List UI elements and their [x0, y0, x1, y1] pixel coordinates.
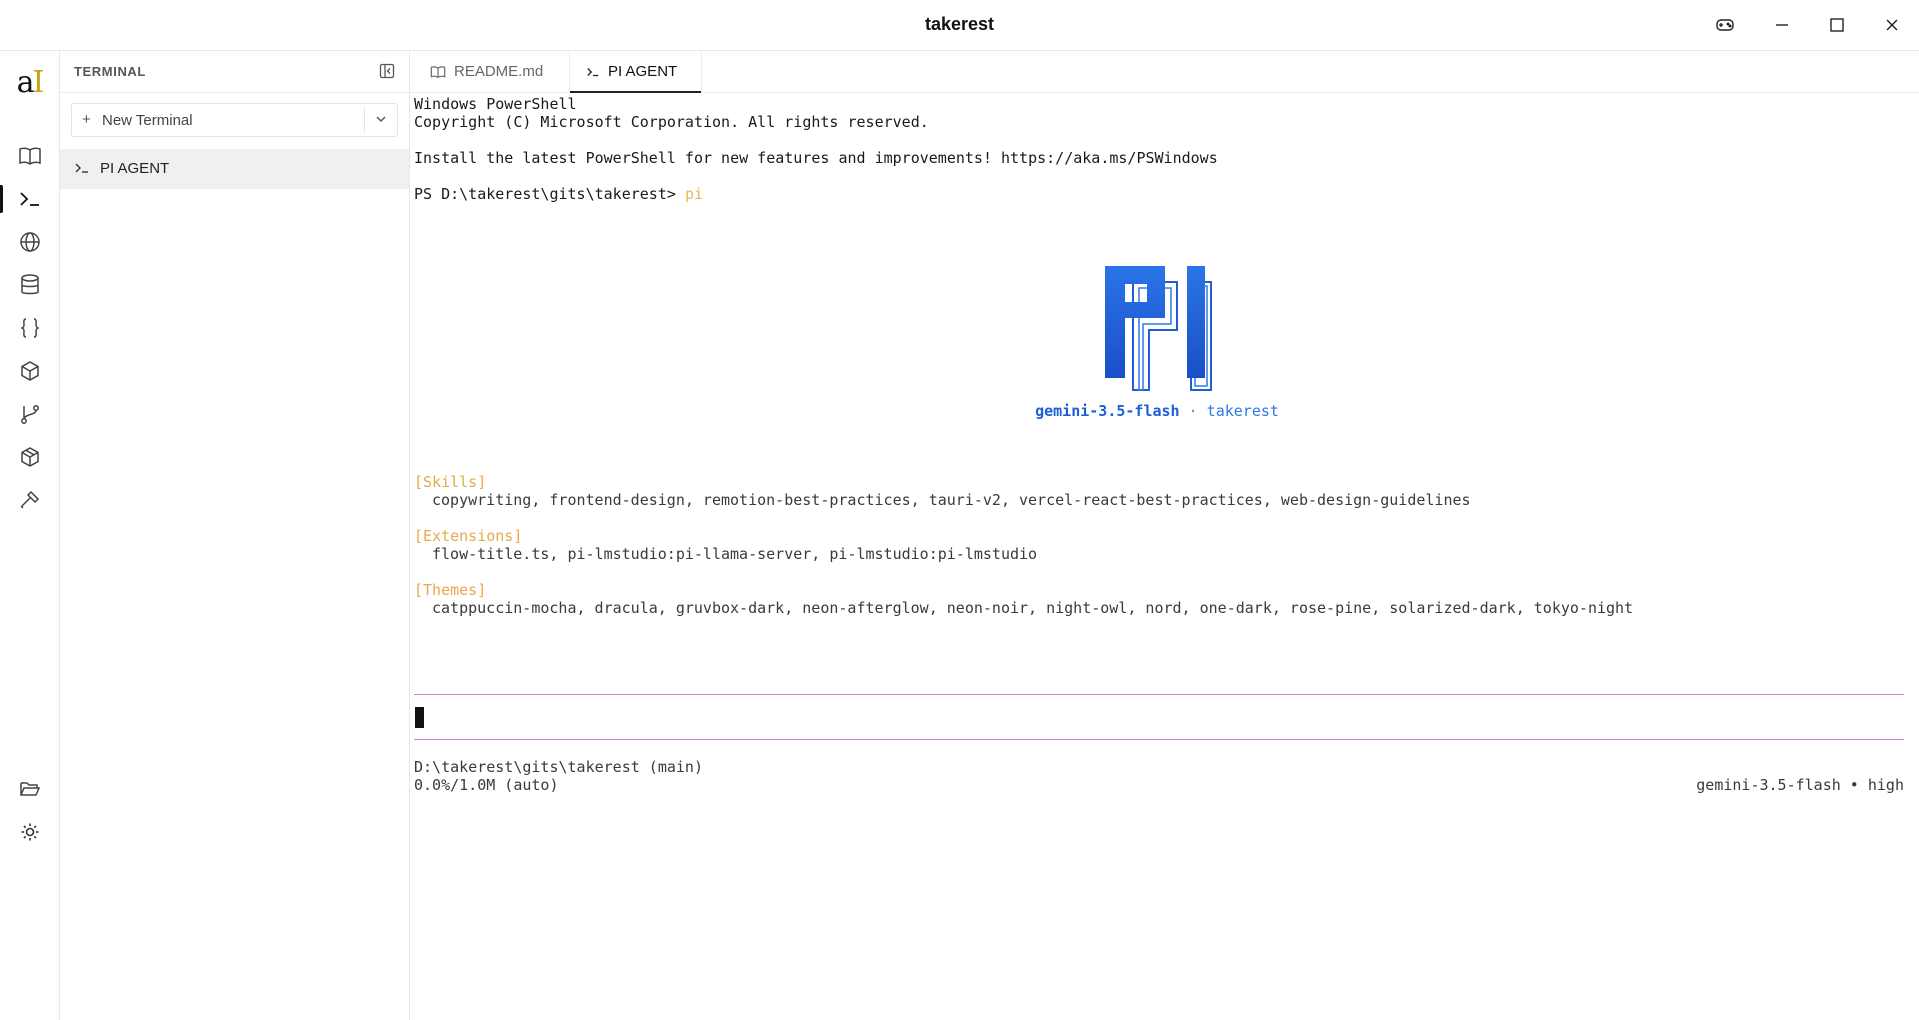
- close-icon[interactable]: [1877, 12, 1907, 38]
- terminal-line: Copyright (C) Microsoft Corporation. All…: [414, 113, 929, 131]
- input-bottom-border: [414, 739, 1904, 740]
- package-icon[interactable]: [0, 437, 59, 477]
- cwd-status: D:\takerest\gits\takerest (main): [414, 758, 703, 776]
- model-banner: gemini-3.5-flash · takerest: [410, 402, 1904, 420]
- gamepad-icon[interactable]: [1710, 12, 1740, 38]
- tab-readme[interactable]: README.md: [410, 51, 570, 92]
- extensions-header: [Extensions]: [414, 527, 523, 545]
- prompt-text: PS D:\takerest\gits\takerest>: [414, 185, 685, 203]
- command-text: pi: [684, 185, 703, 203]
- collapse-sidebar-icon[interactable]: [379, 63, 395, 79]
- input-top-border: [414, 694, 1904, 695]
- terminal-line: Windows PowerShell: [414, 95, 577, 113]
- model-name: gemini-3.5-flash: [1035, 402, 1180, 420]
- activity-bar: aI: [0, 51, 60, 1020]
- folder-open-icon[interactable]: [0, 769, 59, 809]
- tab-label: PI AGENT: [608, 63, 678, 80]
- minimize-icon[interactable]: [1767, 12, 1797, 38]
- git-branch-icon[interactable]: [0, 394, 59, 434]
- skills-list: copywriting, frontend-design, remotion-b…: [432, 491, 1471, 509]
- input-cursor[interactable]: [415, 707, 424, 728]
- sun-icon[interactable]: [0, 812, 59, 852]
- terminal-sidebar: TERMINAL + New Terminal PI AGENT: [60, 51, 410, 1020]
- model-separator: ·: [1179, 402, 1207, 420]
- sidebar-title: TERMINAL: [74, 64, 146, 79]
- extensions-list: flow-title.ts, pi-lmstudio:pi-llama-serv…: [432, 545, 1038, 563]
- terminal-icon[interactable]: [0, 179, 59, 219]
- themes-list: catppuccin-mocha, dracula, gruvbox-dark,…: [432, 599, 1634, 617]
- hammer-icon[interactable]: [0, 480, 59, 520]
- sidebar-item-pi-agent[interactable]: PI AGENT: [60, 149, 409, 189]
- model-status: gemini-3.5-flash • high: [1696, 776, 1904, 794]
- title-bar: takerest: [0, 0, 1919, 51]
- themes-header: [Themes]: [414, 581, 487, 599]
- button-divider: [364, 108, 365, 132]
- tab-pi-agent[interactable]: PI AGENT: [570, 51, 702, 93]
- globe-icon[interactable]: [0, 222, 59, 262]
- terminal-prompt-line: PS D:\takerest\gits\takerest> pi: [414, 185, 703, 203]
- book-icon[interactable]: [0, 136, 59, 176]
- plus-icon: +: [82, 111, 91, 128]
- new-terminal-label: New Terminal: [102, 112, 193, 129]
- project-name: takerest: [1206, 402, 1279, 420]
- book-icon: [430, 65, 446, 79]
- database-icon[interactable]: [0, 265, 59, 305]
- tab-label: README.md: [454, 63, 544, 80]
- sidebar-item-label: PI AGENT: [100, 160, 170, 177]
- cube-icon[interactable]: [0, 351, 59, 391]
- maximize-icon[interactable]: [1822, 12, 1852, 38]
- sidebar-header: TERMINAL: [60, 51, 409, 93]
- editor-tab-bar: README.md PI AGENT: [410, 51, 1919, 93]
- terminal-output[interactable]: Windows PowerShell Copyright (C) Microso…: [410, 93, 1919, 1020]
- chevron-down-icon[interactable]: [374, 112, 388, 126]
- pi-logo-icon: [1105, 266, 1219, 396]
- terminal-prompt-icon: [74, 160, 90, 176]
- braces-icon[interactable]: [0, 308, 59, 348]
- skills-header: [Skills]: [414, 473, 487, 491]
- app-logo: aI: [16, 65, 45, 100]
- terminal-line: Install the latest PowerShell for new fe…: [414, 149, 1218, 167]
- terminal-prompt-icon: [586, 65, 600, 79]
- window-title: takerest: [924, 14, 995, 34]
- new-terminal-button[interactable]: + New Terminal: [71, 103, 398, 137]
- context-status: 0.0%/1.0M (auto): [414, 776, 559, 794]
